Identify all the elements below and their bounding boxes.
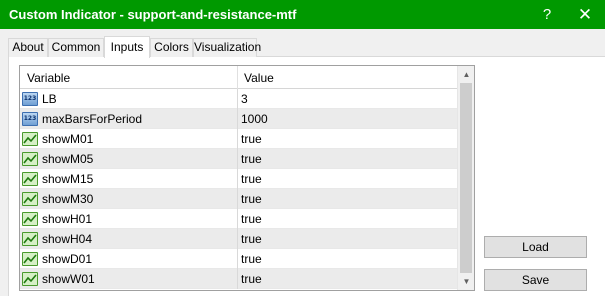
variable-name: showM01 [42, 132, 94, 146]
boolean-icon [22, 152, 38, 166]
boolean-icon [22, 272, 38, 286]
save-button[interactable]: Save [484, 269, 587, 291]
variable-value[interactable]: true [241, 212, 262, 226]
cell-divider [237, 209, 238, 229]
boolean-icon [22, 232, 38, 246]
table-row[interactable]: 123 maxBarsForPeriod 1000 [20, 109, 457, 129]
cell-divider [237, 89, 238, 109]
cell-divider [237, 249, 238, 269]
variable-value[interactable]: true [241, 172, 262, 186]
column-header-value[interactable]: Value [244, 71, 274, 85]
boolean-icon [22, 212, 38, 226]
tab-common[interactable]: Common [48, 38, 104, 57]
variable-name: maxBarsForPeriod [42, 112, 143, 126]
tab-about[interactable]: About [8, 38, 48, 57]
variable-value[interactable]: true [241, 252, 262, 266]
tab-visualization[interactable]: Visualization [193, 38, 261, 57]
table-row[interactable]: showM15 true [20, 169, 457, 189]
cell-divider [237, 269, 238, 289]
variable-name: showD01 [42, 252, 93, 266]
boolean-icon [22, 132, 38, 146]
variable-value[interactable]: true [241, 232, 262, 246]
boolean-icon [22, 172, 38, 186]
cell-divider [237, 129, 238, 149]
numeric-icon: 123 [22, 92, 38, 106]
tab-colors[interactable]: Colors [150, 38, 193, 57]
table-row[interactable]: showW01 true [20, 269, 457, 289]
cell-divider [237, 189, 238, 209]
grid-header: Variable Value [20, 66, 457, 89]
variable-value[interactable]: true [241, 272, 262, 286]
variable-name: showH01 [42, 212, 93, 226]
table-row[interactable]: showM05 true [20, 149, 457, 169]
table-row[interactable]: showM01 true [20, 129, 457, 149]
scroll-up-icon[interactable]: ▲ [458, 66, 474, 83]
variable-name: showM30 [42, 192, 94, 206]
vertical-scrollbar[interactable]: ▲ ▼ [457, 66, 474, 290]
boolean-icon [22, 252, 38, 266]
tab-inputs[interactable]: Inputs [104, 36, 150, 58]
window-title: Custom Indicator - support-and-resistanc… [9, 7, 297, 22]
cell-divider [237, 109, 238, 129]
table-row[interactable]: 123 LB 3 [20, 89, 457, 109]
grid-rows: 123 LB 3 123 maxBarsForPeriod 1000 showM01 true… [20, 89, 457, 289]
cell-divider [237, 149, 238, 169]
scroll-thumb[interactable] [460, 83, 472, 273]
variable-value[interactable]: 3 [241, 92, 248, 106]
variable-name: showM05 [42, 152, 94, 166]
variable-value[interactable]: 1000 [241, 112, 268, 126]
help-icon[interactable]: ? [527, 0, 567, 29]
column-divider[interactable] [237, 66, 238, 89]
table-row[interactable]: showD01 true [20, 249, 457, 269]
numeric-icon: 123 [22, 112, 38, 126]
close-icon[interactable]: ✕ [565, 0, 605, 29]
title-bar: Custom Indicator - support-and-resistanc… [0, 0, 605, 29]
cell-divider [237, 169, 238, 189]
variable-name: LB [42, 92, 57, 106]
load-button[interactable]: Load [484, 236, 587, 258]
variable-value[interactable]: true [241, 132, 262, 146]
cell-divider [237, 229, 238, 249]
variable-value[interactable]: true [241, 192, 262, 206]
table-row[interactable]: showH04 true [20, 229, 457, 249]
boolean-icon [22, 192, 38, 206]
table-row[interactable]: showM30 true [20, 189, 457, 209]
table-row[interactable]: showH01 true [20, 209, 457, 229]
inputs-grid: Variable Value 123 LB 3 123 maxBarsForPeriod… [19, 65, 475, 291]
column-header-variable[interactable]: Variable [27, 71, 70, 85]
variable-value[interactable]: true [241, 152, 262, 166]
variable-name: showM15 [42, 172, 94, 186]
variable-name: showW01 [42, 272, 95, 286]
variable-name: showH04 [42, 232, 93, 246]
scroll-down-icon[interactable]: ▼ [458, 273, 474, 290]
